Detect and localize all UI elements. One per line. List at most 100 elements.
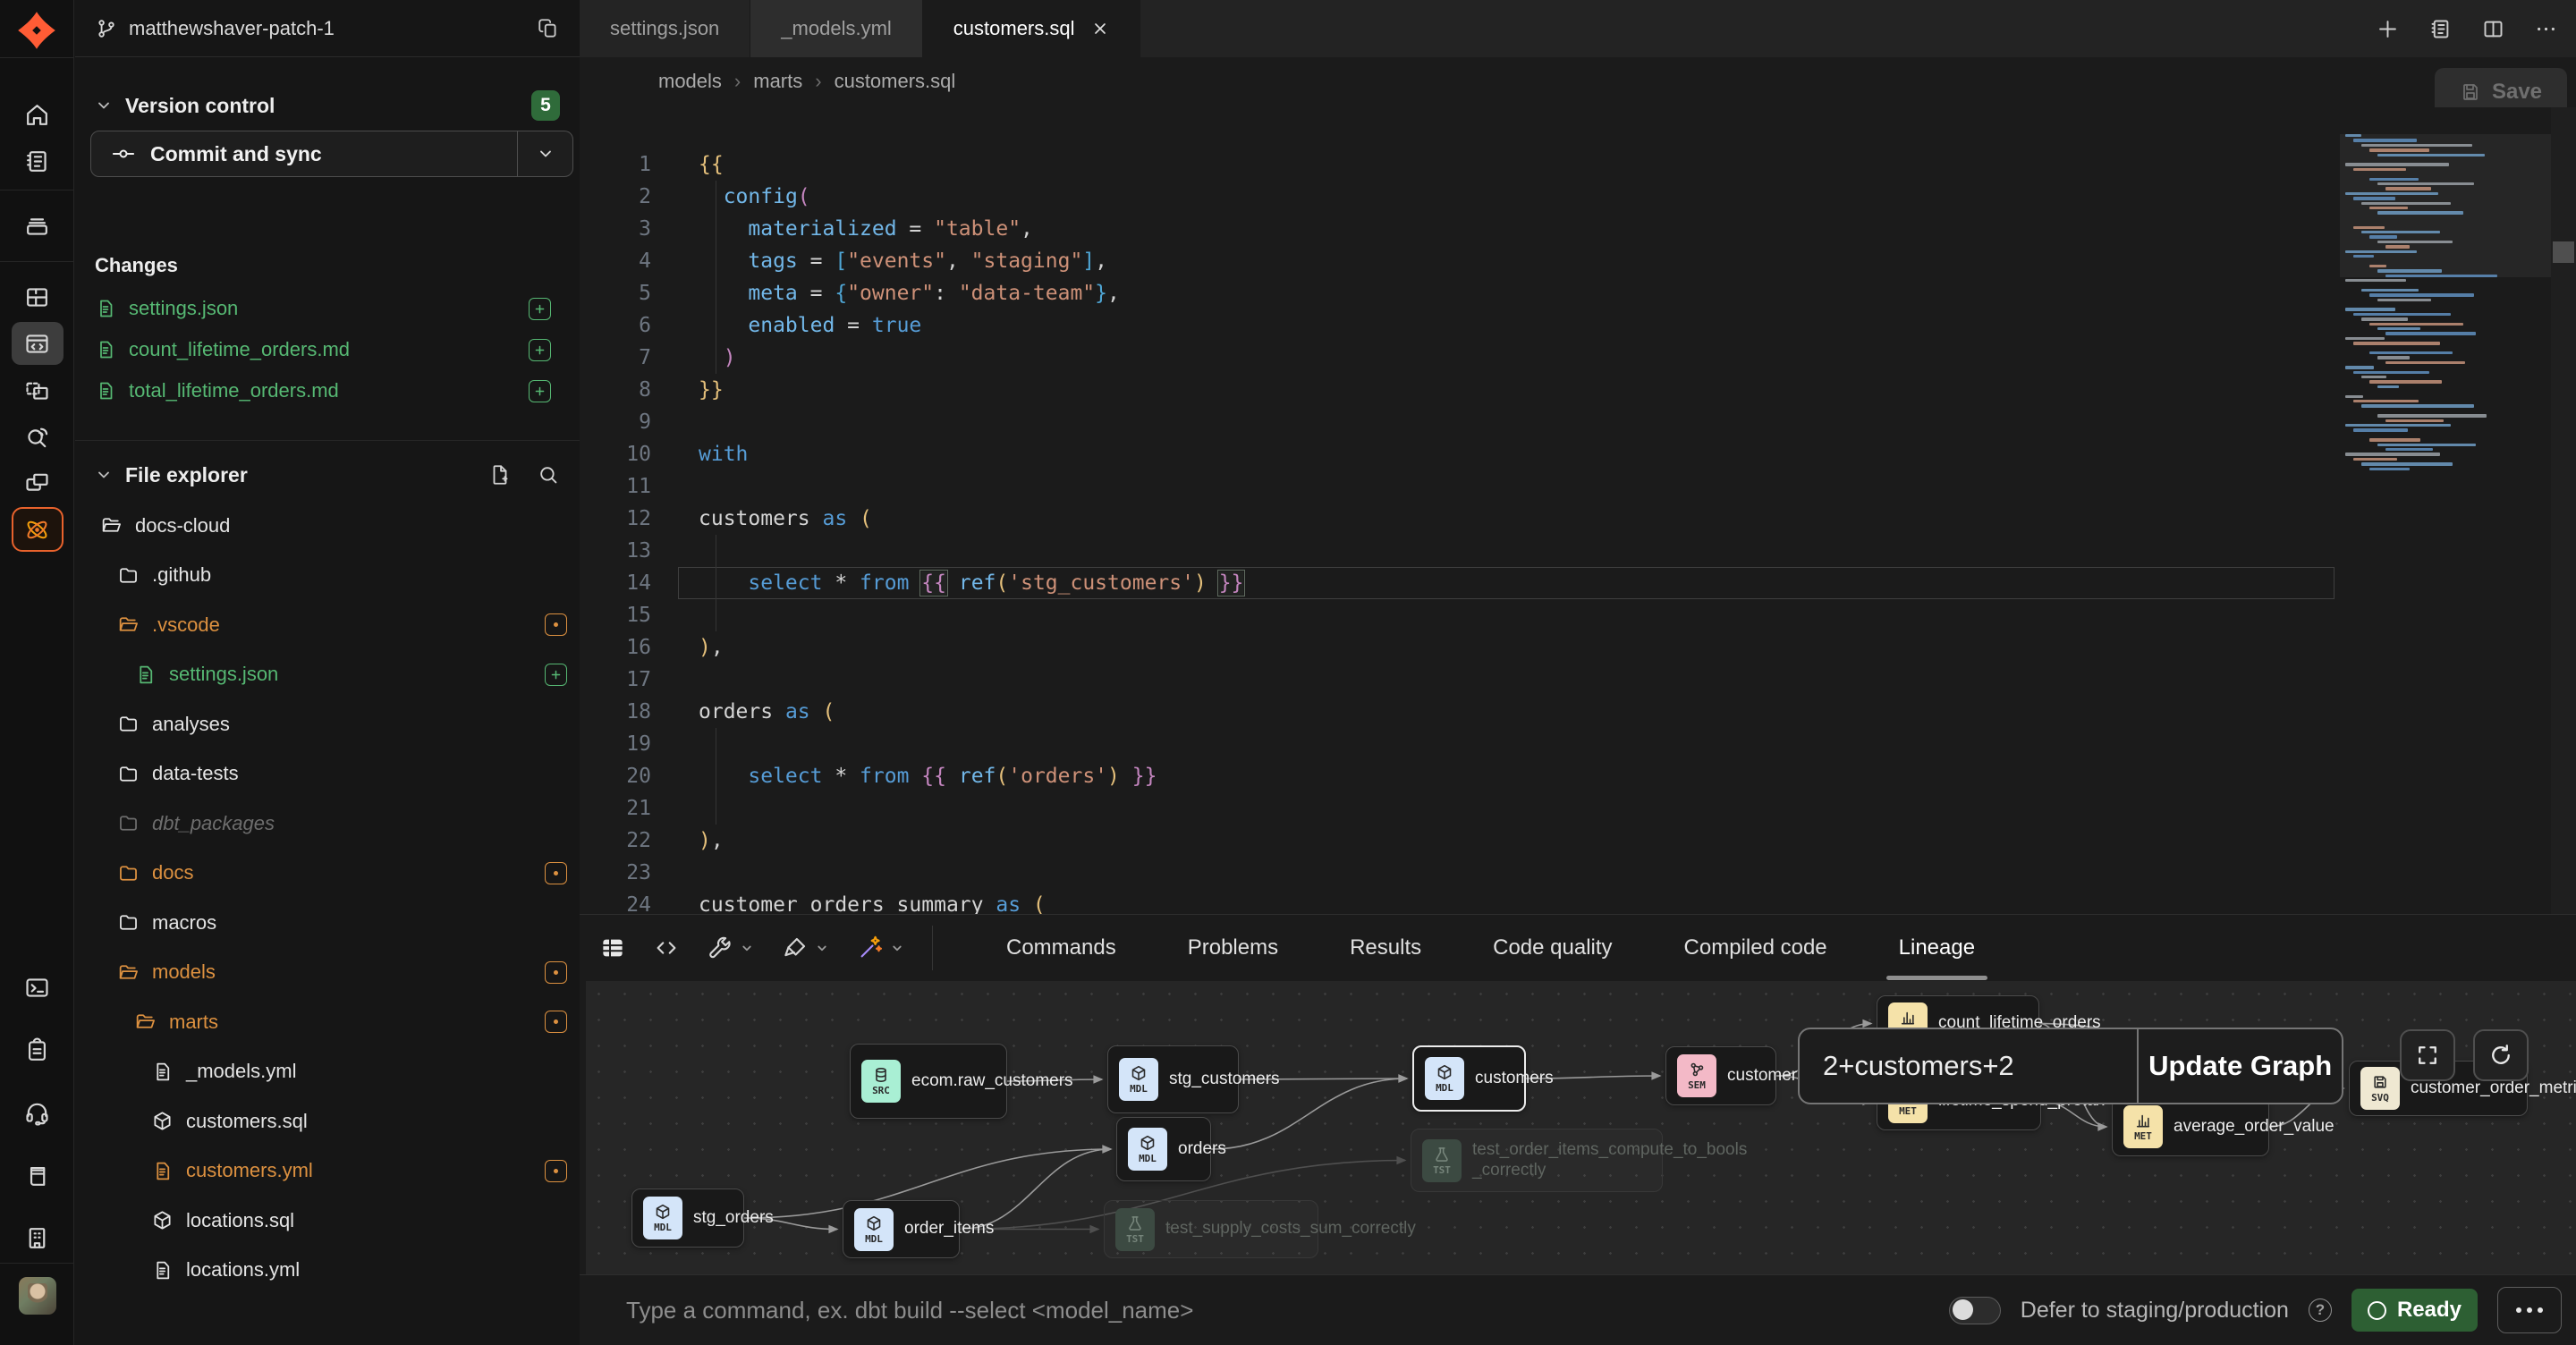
explorer-item-macros[interactable]: macros [75,898,580,947]
code-editor[interactable]: 1{{2 config(3 materialized = "table",4 t… [580,107,2576,914]
explorer-item-.github[interactable]: .github [75,551,580,600]
explorer-item-customers.sql[interactable]: customers.sql [75,1096,580,1146]
lineage-node-order_items[interactable]: MDLorder_items [843,1200,960,1258]
minimap[interactable] [2345,134,2549,510]
code-line-13[interactable]: 13 [580,535,2342,567]
rail-item-query-lens[interactable] [0,413,74,460]
stage-file-icon[interactable] [529,380,551,402]
code-line-14[interactable]: 14 select * from {{ ref('stg_customers')… [580,567,2342,599]
rail-item-atom[interactable] [0,506,74,553]
lineage-node-customers[interactable]: MDLcustomers [1412,1045,1526,1112]
lineage-node-orders[interactable]: MDLorders [1116,1117,1211,1181]
explorer-item-models[interactable]: models [75,948,580,997]
breadcrumb-customers.sql[interactable]: customers.sql [835,70,956,93]
rail-item-layers[interactable] [0,202,74,249]
code-line-15[interactable]: 15 [580,599,2342,631]
code-line-12[interactable]: 12customers as ( [580,503,2342,535]
code-line-1[interactable]: 1{{ [580,148,2342,181]
code-line-8[interactable]: 8}} [580,374,2342,406]
code-line-10[interactable]: 10with [580,438,2342,470]
explorer-item-_models.yml[interactable]: _models.yml [75,1047,580,1096]
notebook-panel-icon[interactable] [2428,17,2453,41]
code-line-6[interactable]: 6 enabled = true [580,309,2342,342]
version-control-header[interactable]: Version control 5 [95,86,560,125]
code-line-9[interactable]: 9 [580,406,2342,438]
explorer-item-docs[interactable]: docs [75,849,580,898]
lineage-selector-input[interactable]: 2+customers+2 [1800,1029,2137,1103]
panel-tab-results[interactable]: Results [1348,915,1423,980]
code-line-22[interactable]: 22), [580,825,2342,857]
format-icon[interactable] [782,935,830,961]
panel-tab-code-quality[interactable]: Code quality [1491,915,1614,980]
panel-tab-problems[interactable]: Problems [1186,915,1280,980]
explorer-item-locations.yml[interactable]: locations.yml [75,1246,580,1295]
split-view-icon[interactable] [2481,17,2505,41]
command-input[interactable]: Type a command, ex. dbt build --select <… [626,1297,1949,1324]
commit-and-sync-button[interactable]: Commit and sync [90,131,573,177]
new-file-icon[interactable] [488,463,512,486]
panel-tab-commands[interactable]: Commands [1004,915,1118,980]
breadcrumb-models[interactable]: models [658,70,722,93]
lineage-node-ecom.raw_customers[interactable]: SRCecom.raw_customers [850,1044,1007,1119]
lineage-node-stg_customers[interactable]: MDLstg_customers [1107,1045,1239,1113]
code-line-20[interactable]: 20 select * from {{ ref('orders') }} [580,760,2342,792]
code-line-23[interactable]: 23 [580,857,2342,889]
update-graph-button[interactable]: Update Graph [2137,1029,2342,1103]
build-wrench-icon[interactable] [707,935,755,961]
code-line-3[interactable]: 3 materialized = "table", [580,213,2342,245]
code-line-24[interactable]: 24customer_orders_summary as ( [580,889,2342,914]
rail-item-notebook[interactable] [0,138,74,184]
defer-toggle[interactable] [1949,1297,2001,1324]
stage-file-icon[interactable] [529,339,551,361]
rail-item-docs-book[interactable] [0,1152,74,1198]
tab-settings.json[interactable]: settings.json [580,0,750,57]
changed-file-count_lifetime_orders.md[interactable]: count_lifetime_orders.md [95,329,564,370]
search-icon[interactable] [537,463,560,486]
lineage-node-test_order_items_compute_to_bools[interactable]: TSTtest_order_items_compute_to_bools _co… [1411,1129,1663,1192]
changed-file-total_lifetime_orders.md[interactable]: total_lifetime_orders.md [95,370,564,411]
rail-item-windows[interactable] [0,460,74,506]
fix-ai-wand-icon[interactable] [857,935,905,961]
lineage-node-stg_orders[interactable]: MDLstg_orders [631,1189,744,1248]
stage-file-icon[interactable] [529,298,551,320]
rail-item-building[interactable] [0,1214,74,1261]
lineage-refresh-button[interactable] [2473,1029,2529,1081]
explorer-item-locations.sql[interactable]: locations.sql [75,1196,580,1245]
lineage-canvas[interactable]: SRCecom.raw_customersMDLstg_customersMDL… [586,981,2576,1274]
defer-help-icon[interactable]: ? [2309,1298,2332,1322]
explorer-item-dbt_packages[interactable]: dbt_packages [75,799,580,848]
status-ready-button[interactable]: Ready [2351,1289,2478,1332]
preview-table-icon[interactable] [599,935,626,961]
code-line-2[interactable]: 2 config( [580,181,2342,213]
commit-options-caret[interactable] [517,131,572,176]
tab-_models.yml[interactable]: _models.yml [750,0,922,57]
rail-item-grid[interactable] [0,274,74,320]
changed-file-settings.json[interactable]: settings.json [95,288,564,329]
panel-tab-lineage[interactable]: Lineage [1897,915,1977,980]
editor-scrollbar[interactable] [2551,107,2576,914]
more-options-icon[interactable] [2534,17,2558,41]
explorer-item-marts[interactable]: marts [75,997,580,1046]
code-line-17[interactable]: 17 [580,664,2342,696]
explorer-item-settings.json[interactable]: settings.json [75,650,580,699]
file-explorer-header[interactable]: File explorer [95,454,560,495]
code-line-19[interactable]: 19 [580,728,2342,760]
code-line-16[interactable]: 16), [580,631,2342,664]
lineage-node-average_order_value[interactable]: METaverage_order_value [2112,1097,2269,1156]
lineage-fullscreen-button[interactable] [2400,1029,2455,1081]
rail-item-headset[interactable] [0,1089,74,1136]
code-line-21[interactable]: 21 [580,792,2342,825]
new-tab-icon[interactable] [2376,17,2400,41]
code-line-18[interactable]: 18orders as ( [580,696,2342,728]
rail-item-home[interactable] [0,91,74,138]
code-line-5[interactable]: 5 meta = {"owner": "data-team"}, [580,277,2342,309]
compile-code-icon[interactable] [653,935,680,961]
tab-customers.sql[interactable]: customers.sql [923,0,1140,57]
rail-item-terminal[interactable] [0,964,74,1011]
explorer-item-customers.yml[interactable]: customers.yml [75,1146,580,1196]
user-avatar[interactable] [19,1277,56,1315]
explorer-item-analyses[interactable]: analyses [75,699,580,749]
explorer-item-docs-cloud[interactable]: docs-cloud [75,501,580,550]
code-line-4[interactable]: 4 tags = ["events", "staging"], [580,245,2342,277]
code-line-11[interactable]: 11 [580,470,2342,503]
